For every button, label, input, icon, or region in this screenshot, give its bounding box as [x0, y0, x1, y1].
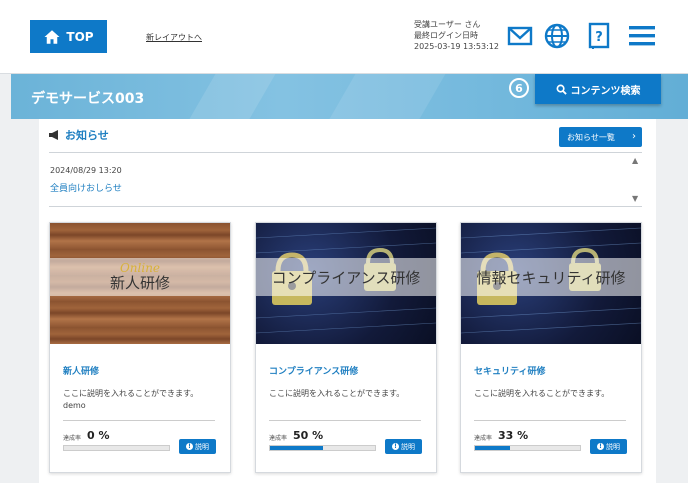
user-name: 受講ユーザー さん	[414, 20, 481, 29]
explain-label: 説明	[401, 442, 415, 451]
header: TOP 新レイアウトへ 受講ユーザー さん 最終ログイン日時 2025-03-1…	[0, 0, 688, 74]
progress-label: 達成率	[269, 435, 288, 442]
course-description: ここに説明を入れることができます。	[269, 389, 405, 398]
course-sub-text: demo	[63, 401, 86, 410]
notice-list-label: お知らせ一覧	[567, 132, 615, 142]
notice-item-link[interactable]: 全員向けおしらせ	[50, 181, 122, 194]
divider	[63, 420, 215, 421]
progress-value: 50 %	[293, 429, 324, 442]
info-icon: !	[597, 443, 604, 450]
divider	[269, 420, 421, 421]
info-icon: !	[186, 443, 193, 450]
divider	[49, 206, 642, 207]
menu-icon[interactable]	[627, 22, 657, 50]
explain-button[interactable]: ! 説明	[590, 439, 627, 454]
new-layout-link[interactable]: 新レイアウトへ	[146, 32, 202, 43]
progress-value: 33 %	[498, 429, 529, 442]
megaphone-icon	[49, 130, 58, 140]
course-thumbnail: 新人研修 Online	[50, 223, 230, 344]
course-title[interactable]: セキュリティ研修	[474, 364, 545, 377]
notice-list-button[interactable]: お知らせ一覧 ›	[559, 127, 642, 147]
thumbnail-script-text: Online	[119, 261, 161, 275]
notice-date: 2024/08/29 13:20	[50, 166, 122, 175]
progress-fill	[270, 446, 323, 450]
course-card[interactable]: 情報セキュリティ研修 セキュリティ研修 ここに説明を入れることができます。 達成…	[460, 222, 642, 473]
progress-fill	[475, 446, 510, 450]
user-info: 受講ユーザー さん 最終ログイン日時 2025-03-19 13:53:12	[414, 19, 499, 52]
thumbnail-overlay: コンプライアンス研修	[256, 258, 436, 296]
globe-icon[interactable]	[543, 22, 571, 50]
course-card[interactable]: 新人研修 Online 新人研修 ここに説明を入れることができます。 demo …	[49, 222, 231, 473]
explain-button[interactable]: ! 説明	[385, 439, 422, 454]
top-label: TOP	[66, 29, 94, 44]
course-thumbnail: コンプライアンス研修	[256, 223, 436, 344]
notice-heading-text: お知らせ	[65, 129, 109, 142]
last-login-value: 2025-03-19 13:53:12	[414, 42, 499, 51]
search-icon	[556, 84, 567, 95]
thumbnail-title: コンプライアンス研修	[271, 268, 421, 287]
course-description: ここに説明を入れることができます。	[474, 389, 610, 398]
scroll-up-arrow-icon[interactable]: ▲	[632, 156, 638, 165]
last-login-label: 最終ログイン日時	[414, 31, 478, 40]
course-description: ここに説明を入れることができます。	[63, 389, 199, 398]
progress-value: 0 %	[87, 429, 110, 442]
home-icon	[44, 29, 60, 44]
explain-label: 説明	[606, 442, 620, 451]
service-title: デモサービス003	[31, 91, 145, 107]
help-book-icon[interactable]: ?	[585, 22, 613, 50]
chevron-right-icon: ›	[632, 131, 636, 142]
top-button[interactable]: TOP	[30, 20, 107, 53]
content-search-button[interactable]: コンテンツ検索	[535, 74, 661, 104]
progress-label: 達成率	[474, 435, 493, 442]
progress-label: 達成率	[63, 435, 82, 442]
content-search-label: コンテンツ検索	[570, 85, 641, 97]
progress-bar	[269, 445, 376, 451]
svg-text:?: ?	[595, 30, 603, 45]
thumbnail-overlay: 情報セキュリティ研修	[461, 258, 641, 296]
info-icon: !	[392, 443, 399, 450]
progress-bar	[63, 445, 170, 451]
explain-label: 説明	[195, 442, 209, 451]
divider	[49, 152, 642, 153]
explain-button[interactable]: ! 説明	[179, 439, 216, 454]
progress-bar	[474, 445, 581, 451]
course-card[interactable]: コンプライアンス研修 コンプライアンス研修 ここに説明を入れることができます。 …	[255, 222, 437, 473]
notice-heading: お知らせ	[49, 127, 109, 143]
course-title[interactable]: 新人研修	[63, 364, 99, 377]
thumbnail-title: 情報セキュリティ研修	[476, 268, 626, 287]
notification-count-badge[interactable]: 6	[509, 78, 529, 98]
course-title[interactable]: コンプライアンス研修	[269, 364, 358, 377]
scroll-down-arrow-icon[interactable]: ▼	[632, 194, 638, 203]
divider	[474, 420, 626, 421]
course-thumbnail: 情報セキュリティ研修	[461, 223, 641, 344]
mail-icon[interactable]	[506, 22, 534, 50]
